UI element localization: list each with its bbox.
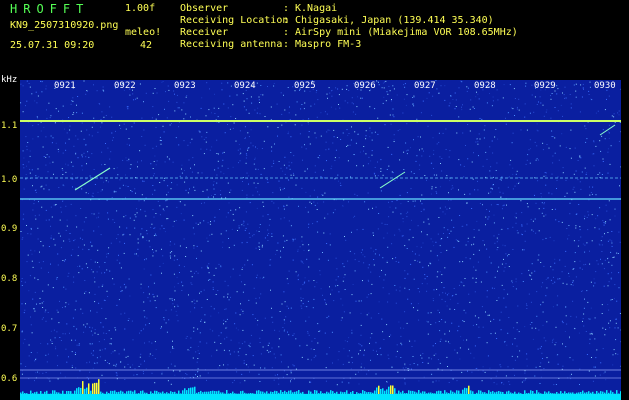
y-tick-label: 0.9	[1, 224, 18, 234]
receiver-colon: :	[283, 27, 290, 38]
location-colon: :	[283, 15, 290, 26]
observer-value: K.Nagai	[295, 3, 338, 14]
spectrogram-plot	[20, 80, 621, 400]
x-tick-label: 0921	[54, 81, 76, 91]
observer-colon: :	[283, 3, 290, 14]
receiver-label: Receiver	[180, 27, 229, 38]
mode-label: meleo!	[125, 27, 162, 38]
x-tick-label: 0927	[414, 81, 436, 91]
x-tick-label: 0925	[294, 81, 316, 91]
datetime: 25.07.31 09:20	[10, 40, 95, 51]
antenna-label: Receiving antenna	[180, 39, 283, 50]
spectrogram-background	[20, 80, 621, 400]
receiver-value: AirSpy mini (Miakejima VOR 108.65MHz)	[295, 27, 518, 38]
antenna-value: Maspro FM-3	[295, 39, 362, 50]
file-name: KN9_2507310920.png	[10, 20, 119, 31]
observer-label: Observer	[180, 3, 229, 14]
x-tick-label: 0924	[234, 81, 256, 91]
y-tick-label: 1.1	[1, 121, 18, 131]
location-value: Chigasaki, Japan (139.414 35.340)	[295, 15, 494, 26]
location-label: Receiving Location	[180, 15, 289, 26]
unit-label: kHz	[1, 75, 18, 85]
x-tick-label: 0922	[114, 81, 136, 91]
x-tick-label: 0930	[594, 81, 616, 91]
y-tick-label: 0.7	[1, 324, 18, 334]
x-tick-label: 0929	[534, 81, 556, 91]
x-tick-label: 0928	[474, 81, 496, 91]
antenna-colon: :	[283, 39, 290, 50]
x-tick-label: 0926	[354, 81, 376, 91]
header-panel: HROFFT 1.00f KN9_2507310920.png 25.07.31…	[0, 0, 629, 80]
x-tick-label: 0923	[174, 81, 196, 91]
y-tick-label: 1.0	[1, 175, 18, 185]
version-label: 1.00f	[125, 3, 156, 14]
mode-count: 42	[140, 40, 153, 51]
app-title: HROFFT	[10, 2, 90, 16]
y-tick-label: 0.6	[1, 374, 18, 384]
y-tick-label: 0.8	[1, 274, 18, 284]
